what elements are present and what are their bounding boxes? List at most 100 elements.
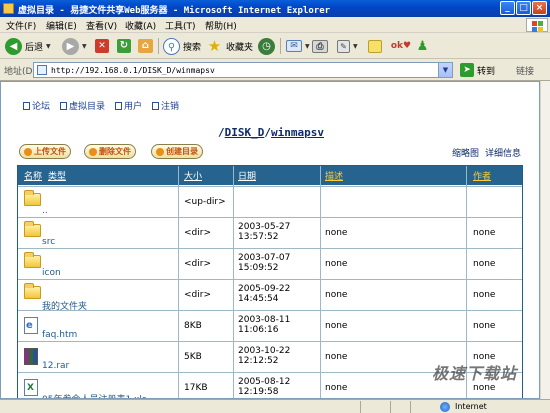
forward-button[interactable]: ▶ ▼ <box>62 36 87 56</box>
menu-tools[interactable]: 工具(T) <box>165 19 196 32</box>
thumbnails-link[interactable]: 缩略图 <box>452 146 479 159</box>
address-input[interactable]: http://192.168.0.1/DISK_D/winmapsv ▼ <box>33 62 453 78</box>
menu-help[interactable]: 帮助(H) <box>205 19 237 32</box>
file-time: 15:09:52 <box>238 263 279 273</box>
stop-button[interactable]: ✕ <box>95 36 109 56</box>
refresh-button[interactable]: ↻ <box>117 36 131 56</box>
nav-forum[interactable]: 论坛 <box>23 99 50 112</box>
file-description: none <box>325 352 348 362</box>
address-dropdown-icon[interactable]: ▼ <box>438 63 452 77</box>
header-size[interactable]: 大小 <box>184 169 202 182</box>
nav-virtual-dir[interactable]: 虚拟目录 <box>60 99 105 112</box>
note-icon <box>368 39 382 53</box>
file-author: none <box>473 383 496 393</box>
history-icon: ◷ <box>258 37 275 55</box>
file-size: 5KB <box>184 352 202 362</box>
table-row[interactable]: 我的文件夹 <dir> 2005-09-22 14:45:54 none none <box>18 279 522 312</box>
header-desc[interactable]: 描述 <box>325 169 343 182</box>
address-label: 地址(D) <box>4 67 36 77</box>
maximize-button[interactable]: □ <box>516 1 531 15</box>
table-row[interactable]: src <dir> 2003-05-27 13:57:52 none none <box>18 217 522 248</box>
title-bar: 虚拟目录 - 易捷文件共享Web服务器 - Microsoft Internet… <box>0 0 550 17</box>
file-description: none <box>325 259 348 269</box>
menu-edit[interactable]: 编辑(E) <box>46 19 77 32</box>
doc-icon <box>115 101 123 110</box>
header-date[interactable]: 日期 <box>238 169 256 182</box>
table-row[interactable]: faq.htm 8KB 2003-08-1111:06:16 none none <box>18 310 522 341</box>
html-file-icon[interactable] <box>24 317 38 334</box>
delete-button[interactable]: 删除文件 <box>84 144 136 159</box>
file-name-link[interactable]: 05年参会人员注册表1.xls <box>42 392 147 398</box>
vertical-scrollbar[interactable] <box>540 81 550 399</box>
folder-icon[interactable] <box>24 252 41 268</box>
table-row[interactable]: .. <up-dir> <box>18 186 522 217</box>
menu-favorites[interactable]: 收藏(A) <box>125 19 156 32</box>
file-name-link[interactable]: faq.htm <box>42 330 77 340</box>
folder-icon[interactable] <box>24 190 41 206</box>
nav-users[interactable]: 用户 <box>115 99 142 112</box>
home-button[interactable]: ⌂ <box>138 36 153 56</box>
doc-icon <box>152 101 160 110</box>
search-label: 搜索 <box>183 42 202 53</box>
zone-label: Internet <box>455 402 487 411</box>
page-content: 论坛 虚拟目录 用户 注销 /DISK_D/winmapsv 上传文件 删除文件… <box>0 81 540 399</box>
discuss-button[interactable] <box>368 36 382 56</box>
path-link-folder[interactable]: winmapsv <box>271 126 324 139</box>
chevron-down-icon: ▼ <box>305 42 310 50</box>
nav-users-label: 用户 <box>124 102 143 112</box>
chevron-down-icon: ▼ <box>353 42 358 50</box>
table-header: 名称 类型 大小 日期 描述 作者 <box>18 166 522 185</box>
back-label: 后退 <box>25 42 44 53</box>
upload-icon <box>24 147 32 156</box>
header-author[interactable]: 作者 <box>473 169 491 182</box>
current-path: /DISK_D/winmapsv <box>1 126 539 139</box>
archive-file-icon[interactable] <box>24 348 38 365</box>
path-sep: / <box>264 126 271 139</box>
mkdir-button[interactable]: 创建目录 <box>151 144 203 159</box>
file-size: <dir> <box>184 228 211 238</box>
file-description: none <box>325 383 348 393</box>
go-button[interactable]: ➤ 转到 <box>460 62 495 78</box>
ie-page-icon <box>3 3 14 14</box>
links-button[interactable]: 链接 <box>516 64 534 77</box>
folder-icon[interactable] <box>24 283 41 299</box>
file-author: none <box>473 259 496 269</box>
header-type[interactable]: 类型 <box>48 169 66 182</box>
back-arrow-icon: ◀ <box>5 37 22 55</box>
upload-button[interactable]: 上传文件 <box>19 144 71 159</box>
folder-add-icon <box>156 147 164 156</box>
back-button[interactable]: ◀ 后退 ▼ <box>5 36 51 56</box>
menu-view[interactable]: 查看(V) <box>86 19 117 32</box>
history-button[interactable]: ◷ <box>258 36 275 56</box>
file-size: 8KB <box>184 321 202 331</box>
menu-file[interactable]: 文件(F) <box>6 19 36 32</box>
edit-button[interactable]: ✎ ▼ <box>337 36 358 56</box>
home-icon: ⌂ <box>138 39 153 53</box>
nav-logout[interactable]: 注销 <box>152 99 179 112</box>
file-date: 2005-08-12 <box>238 377 291 387</box>
print-button[interactable]: ⎙ <box>312 36 328 56</box>
file-date: 2003-08-11 <box>238 315 291 325</box>
path-link-disk[interactable]: DISK_D <box>225 126 265 139</box>
close-button[interactable]: × <box>532 1 547 15</box>
refresh-icon: ↻ <box>117 39 131 53</box>
file-name-link[interactable]: icon <box>42 268 61 278</box>
favorites-button[interactable]: ★ 收藏夹 <box>206 36 253 56</box>
excel-file-icon[interactable] <box>24 379 38 396</box>
contacts-button[interactable]: ♟ <box>414 36 431 56</box>
mail-button[interactable]: ✉ ▼ <box>286 36 310 56</box>
table-row[interactable]: icon <dir> 2003-07-07 15:09:52 none none <box>18 248 522 279</box>
address-url[interactable]: http://192.168.0.1/DISK_D/winmapsv <box>51 66 215 75</box>
minimize-button[interactable]: _ <box>500 1 515 15</box>
file-name-link[interactable]: 12.rar <box>42 361 69 371</box>
details-link[interactable]: 详细信息 <box>485 146 521 159</box>
messenger-button[interactable]: ok♥ <box>390 36 412 56</box>
file-description: none <box>325 290 348 300</box>
windows-logo-icon <box>526 18 548 32</box>
folder-icon[interactable] <box>24 221 41 237</box>
header-name[interactable]: 名称 <box>24 169 42 182</box>
search-button[interactable]: ⚲ 搜索 <box>163 36 201 56</box>
file-name-link[interactable]: .. <box>42 206 48 216</box>
mkdir-label: 创建目录 <box>166 147 198 156</box>
file-name-link[interactable]: src <box>42 237 55 247</box>
